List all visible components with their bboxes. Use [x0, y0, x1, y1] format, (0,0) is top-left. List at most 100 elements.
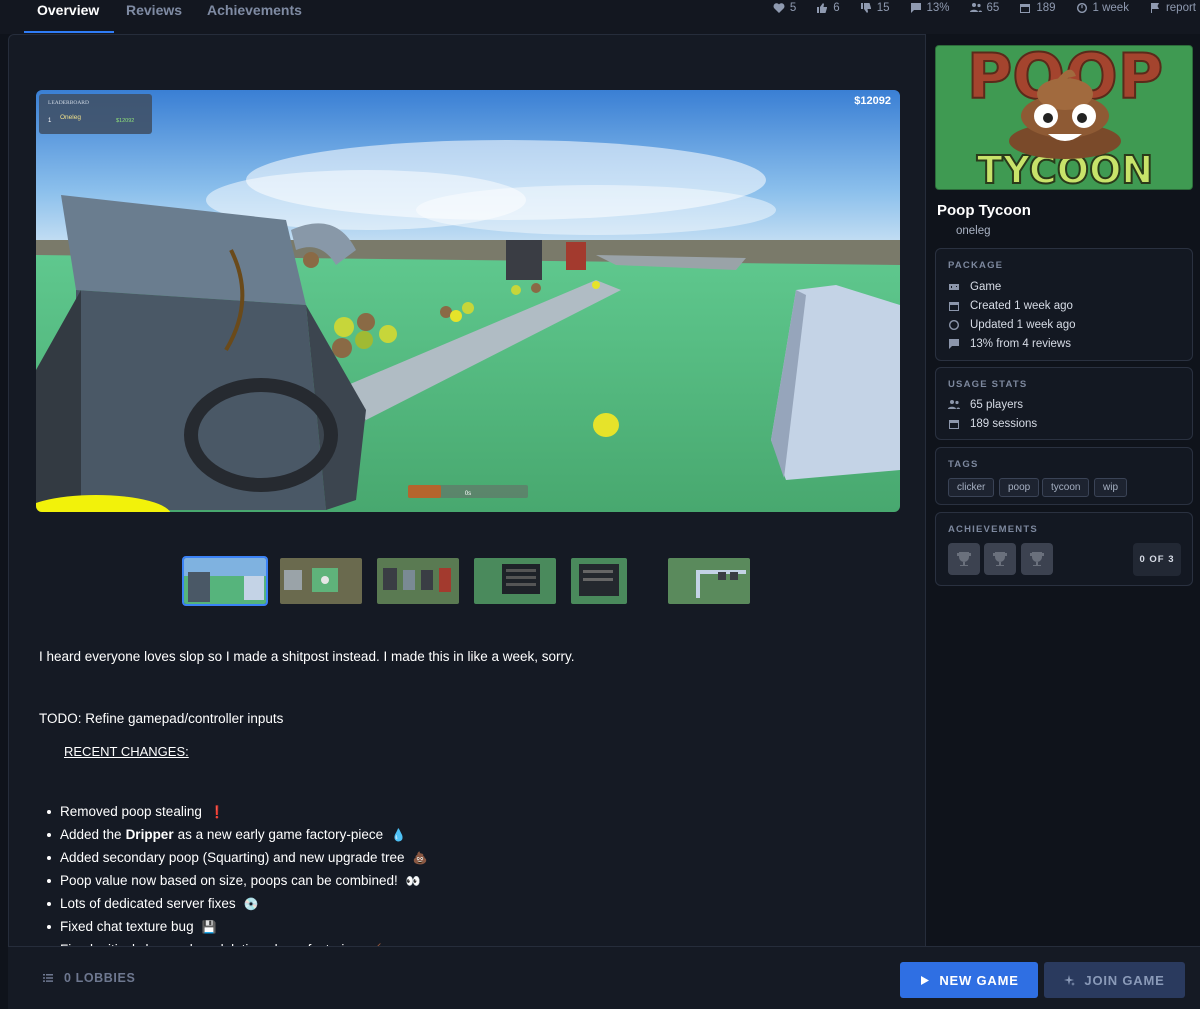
change-text: Poop value now based on size, poops can …	[60, 872, 398, 888]
bullet-dot	[47, 901, 51, 906]
achievement-slot-2[interactable]	[984, 543, 1016, 575]
join-game-label: JOIN GAME	[1084, 972, 1165, 988]
change-item: Added secondary poop (Squarting) and new…	[47, 846, 427, 869]
change-emoji-icon: 💿	[243, 896, 259, 911]
leaderboard-name: Oneleg	[60, 114, 81, 121]
tab-reviews[interactable]: Reviews	[126, 2, 182, 18]
tag-wip[interactable]: wip	[1094, 478, 1128, 497]
package-created: Created 1 week ago	[948, 300, 1073, 312]
description-todo: TODO: Refine gamepad/controller inputs	[39, 711, 284, 726]
change-text: Lots of dedicated server fixes	[60, 895, 236, 911]
change-highlight: Dripper	[125, 826, 174, 842]
sidebar: POOP TYCOON Poop Tycoon oneleg PACKAGE G…	[926, 34, 1200, 946]
usage-sessions: 189 sessions	[948, 418, 1037, 430]
bullet-dot	[47, 924, 51, 929]
new-game-label: NEW GAME	[939, 972, 1019, 988]
package-heading: PACKAGE	[948, 260, 1004, 271]
tag-tycoon[interactable]: tycoon	[1042, 478, 1090, 497]
package-updated: Updated 1 week ago	[948, 319, 1076, 331]
list-icon	[43, 974, 53, 982]
package-type-label: Game	[970, 281, 1002, 293]
report-link[interactable]: report	[1149, 0, 1196, 16]
change-emoji-icon: ❗	[209, 804, 225, 819]
trophy-icon	[957, 552, 971, 566]
change-emoji-icon: 💾	[201, 919, 217, 934]
thumbnail-3[interactable]	[377, 558, 459, 604]
tab-achievements[interactable]: Achievements	[207, 2, 302, 18]
thumbnail-5[interactable]	[571, 558, 627, 604]
trophy-icon	[993, 552, 1007, 566]
change-text: Fixed chat texture bug	[60, 918, 194, 934]
flag-icon	[1150, 3, 1159, 13]
game-title: Poop Tycoon	[937, 202, 1031, 219]
sparkle-icon	[1064, 974, 1076, 986]
game-screenshot[interactable]: 0s LEADERBOARD 1 Oneleg $12092 $12092	[36, 90, 900, 512]
report-label: report	[1165, 2, 1196, 14]
heart-icon	[773, 3, 785, 13]
trophy-icon	[1030, 552, 1044, 566]
change-emoji-icon: 💧	[391, 827, 407, 842]
bullet-dot	[47, 878, 51, 883]
likes-stat[interactable]: 5	[773, 0, 796, 16]
achievements-heading: ACHIEVEMENTS	[948, 524, 1038, 535]
downvotes-stat[interactable]: 15	[860, 0, 890, 16]
achievement-slot-3[interactable]	[1021, 543, 1053, 575]
new-game-button[interactable]: NEW GAME	[900, 962, 1038, 998]
tags-card: TAGS clicker poop tycoon wip	[935, 447, 1193, 505]
tag-clicker[interactable]: clicker	[948, 478, 995, 497]
change-item: Lots of dedicated server fixes 💿	[47, 892, 427, 915]
usage-heading: USAGE STATS	[948, 379, 1028, 390]
change-text: Added secondary poop (Squarting) and new…	[60, 849, 405, 865]
downvotes-count: 15	[876, 2, 890, 14]
updated-value: 1 week	[1092, 2, 1129, 14]
thumbnail-4[interactable]	[474, 558, 556, 604]
gamepad-icon	[949, 284, 959, 290]
bullet-dot	[47, 809, 51, 814]
play-icon	[921, 975, 930, 985]
change-item: Poop value now based on size, poops can …	[47, 869, 427, 892]
usage-players-label: 65 players	[970, 399, 1024, 411]
change-text: Removed poop stealing	[60, 803, 202, 819]
usage-stats-card: USAGE STATS 65 players 189 sessions	[935, 367, 1193, 440]
change-text: Added the	[60, 826, 122, 842]
thumbnail-2[interactable]	[280, 558, 362, 604]
change-text-after: as a new early game factory-piece	[177, 826, 384, 842]
join-game-button[interactable]: JOIN GAME	[1044, 962, 1185, 998]
progress-label: 0s	[465, 491, 471, 497]
clock-icon	[1076, 3, 1087, 13]
active-tab-indicator	[24, 31, 114, 33]
players-icon	[948, 400, 960, 409]
players-stat[interactable]: 65	[969, 0, 999, 16]
package-type: Game	[948, 281, 1001, 293]
achievement-slot-1[interactable]	[948, 543, 980, 575]
bottom-bar: 0 LOBBIES NEW GAME JOIN GAME	[8, 946, 1200, 1009]
change-item: Fixed chat texture bug 💾	[47, 915, 427, 938]
rating-stat[interactable]: 13%	[910, 0, 950, 16]
tab-overview[interactable]: Overview	[37, 2, 99, 18]
lobbies-indicator[interactable]: 0 LOBBIES	[42, 971, 135, 985]
screenshot-image: 0s LEADERBOARD 1 Oneleg $12092 $12092	[36, 90, 900, 512]
game-author[interactable]: oneleg	[956, 225, 991, 237]
thumbnail-6[interactable]	[668, 558, 750, 604]
tag-poop[interactable]: poop	[999, 478, 1040, 497]
lobbies-label: 0 LOBBIES	[64, 971, 136, 985]
updated-stat[interactable]: 1 week	[1076, 0, 1129, 16]
upvotes-stat[interactable]: 6	[816, 0, 840, 16]
overview-panel: 0s LEADERBOARD 1 Oneleg $12092 $12092 I …	[8, 34, 926, 980]
sessions-stat[interactable]: 189	[1019, 0, 1056, 16]
review-flag-icon	[949, 339, 959, 349]
leaderboard-value: $12092	[116, 118, 134, 124]
rating-value: 13%	[926, 2, 950, 14]
usage-players: 65 players	[948, 399, 1023, 411]
achievements-count: 0 OF 3	[1133, 543, 1181, 576]
likes-count: 5	[789, 2, 797, 14]
calendar-icon	[1020, 4, 1031, 13]
calendar-icon	[949, 302, 959, 311]
hud-money: $12092	[854, 95, 891, 107]
game-cover-image: POOP TYCOON	[935, 45, 1193, 190]
upvotes-count: 6	[833, 2, 840, 14]
thumbnail-1[interactable]	[182, 556, 268, 606]
tags-heading: TAGS	[948, 459, 979, 470]
package-reviews: 13% from 4 reviews	[948, 338, 1071, 350]
package-card: PACKAGE Game Created 1 week ago Updated …	[935, 248, 1193, 361]
